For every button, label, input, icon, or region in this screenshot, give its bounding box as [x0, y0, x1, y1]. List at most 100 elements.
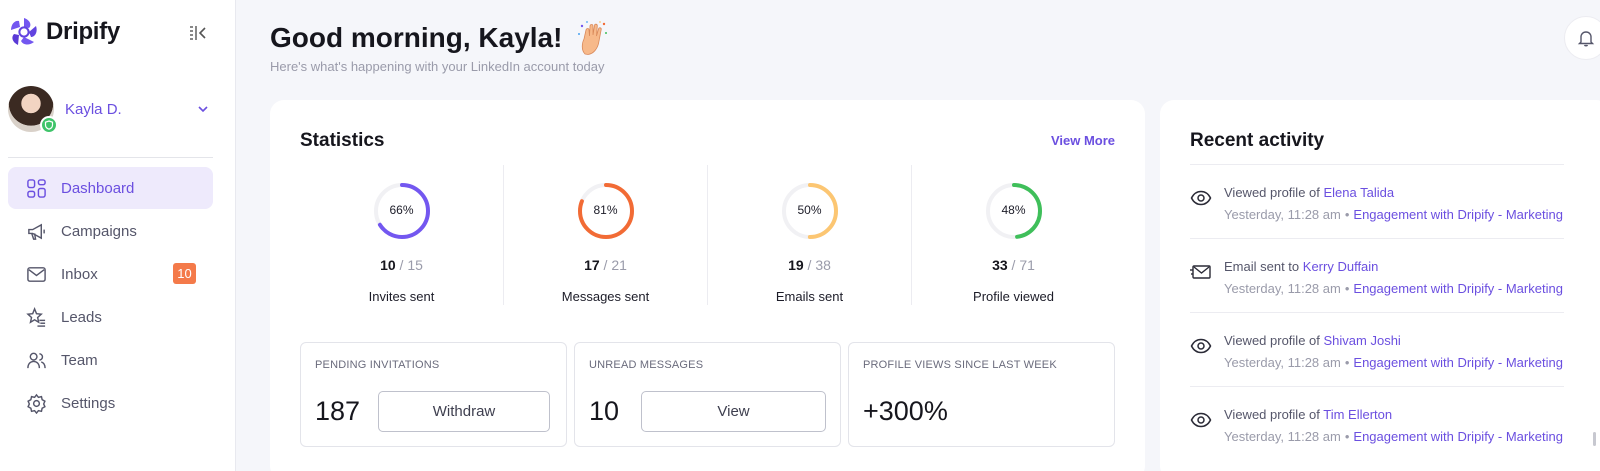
metric-value: 33: [992, 257, 1008, 273]
sidebar-item-label: Team: [61, 351, 98, 369]
brand-logo[interactable]: Dripify: [8, 16, 120, 48]
activity-campaign-link[interactable]: Engagement with Dripify - Marketing: [1353, 429, 1563, 444]
activity-time: Yesterday, 11:28 am: [1224, 207, 1341, 222]
user-name: Kayla D.: [65, 100, 122, 118]
page-title: Good morning, Kayla!: [270, 22, 563, 53]
metric-value: 17: [584, 257, 600, 273]
brand-name: Dripify: [46, 18, 120, 45]
users-icon: [27, 352, 46, 368]
metric-emails-sent: 50% 19 / 38 Emails sent: [707, 165, 911, 305]
metric-total: 15: [407, 257, 423, 273]
pending-invitations-count: 187: [315, 396, 361, 426]
box-title: PROFILE VIEWS SINCE LAST WEEK: [863, 359, 1057, 371]
pending-invitations-box: PENDING INVITATIONS 187 Withdraw: [300, 342, 567, 447]
activity-campaign-link[interactable]: Engagement with Dripify - Marketing: [1353, 281, 1563, 296]
metric-profile-viewed: 48% 33 / 71 Profile viewed: [911, 165, 1115, 305]
sidebar-item-team[interactable]: Team: [8, 339, 213, 381]
activity-item: Viewed profile of Shivam Joshi Yesterday…: [1190, 312, 1564, 386]
box-title: UNREAD MESSAGES: [589, 359, 704, 371]
summary-boxes: PENDING INVITATIONS 187 Withdraw UNREAD …: [300, 342, 1115, 447]
metric-total: 71: [1019, 257, 1035, 273]
metric-label: Messages sent: [561, 289, 650, 304]
gear-icon: [27, 393, 46, 414]
scrollbar-thumb[interactable]: [1593, 432, 1596, 446]
sidebar-item-label: Campaigns: [61, 222, 137, 240]
activity-text: Email sent to Kerry Duffain: [1224, 259, 1378, 274]
sidebar-item-campaigns[interactable]: Campaigns: [8, 210, 213, 252]
metrics-row: 66% 10 / 15 Invites sent 81% 17 / 21 Mes…: [300, 165, 1115, 305]
activity-action: Viewed profile of: [1224, 333, 1320, 348]
avatar: [8, 86, 58, 134]
metric-label: Emails sent: [775, 289, 844, 304]
eye-icon: [1190, 338, 1212, 354]
view-messages-button[interactable]: View: [641, 391, 826, 432]
sidebar-nav: Dashboard Campaigns Inbox 10 Leads Team …: [8, 167, 213, 425]
sidebar-item-leads[interactable]: Leads: [8, 296, 213, 338]
activity-text: Viewed profile of Tim Ellerton: [1224, 407, 1392, 422]
activity-person-link[interactable]: Tim Ellerton: [1323, 407, 1392, 422]
sidebar: Dripify Kayla D. Dashboard Campaigns Inb…: [0, 0, 236, 471]
activity-meta: Yesterday, 11:28 am • Engagement with Drip…: [1224, 355, 1563, 370]
grid-icon: [27, 178, 46, 198]
sidebar-item-label: Dashboard: [61, 179, 135, 197]
metric-count: 33 / 71: [992, 257, 1035, 273]
metric-count: 17 / 21: [584, 257, 627, 273]
withdraw-button[interactable]: Withdraw: [378, 391, 550, 432]
greeting: Good morning, Kayla!: [270, 20, 610, 56]
collapse-sidebar-icon[interactable]: [188, 24, 210, 42]
notifications-button[interactable]: [1564, 16, 1600, 60]
sidebar-item-label: Settings: [61, 394, 116, 412]
metric-percent: 48%: [1001, 203, 1026, 217]
activity-meta: Yesterday, 11:28 am • Engagement with Drip…: [1224, 207, 1563, 222]
dripify-logo-icon: [11, 18, 37, 45]
sidebar-item-inbox[interactable]: Inbox 10: [8, 253, 213, 295]
view-more-link[interactable]: View More: [1051, 133, 1115, 148]
activity-campaign-link[interactable]: Engagement with Dripify - Marketing: [1353, 355, 1563, 370]
recent-activity-title: Recent activity: [1190, 130, 1325, 151]
unread-messages-box: UNREAD MESSAGES 10 View: [574, 342, 841, 447]
chevron-down-icon[interactable]: [196, 102, 210, 116]
activity-time: Yesterday, 11:28 am: [1224, 281, 1341, 296]
activity-action: Viewed profile of: [1224, 185, 1320, 200]
metric-percent: 50%: [797, 203, 822, 217]
page-subtitle: Here's what's happening with your Linked…: [270, 59, 605, 74]
sidebar-item-label: Inbox: [61, 265, 98, 283]
activity-person-link[interactable]: Elena Talida: [1324, 185, 1395, 200]
activity-item: Viewed profile of Tim Ellerton Yesterday…: [1190, 386, 1564, 460]
activity-text: Viewed profile of Shivam Joshi: [1224, 333, 1401, 348]
metric-percent: 66%: [389, 203, 414, 217]
metric-messages-sent: 81% 17 / 21 Messages sent: [503, 165, 707, 305]
email-sent-icon: [1190, 265, 1211, 279]
activity-person-link[interactable]: Kerry Duffain: [1303, 259, 1379, 274]
metric-label: Profile viewed: [973, 289, 1054, 304]
recent-activity-card: Recent activity Viewed profile of Elena …: [1160, 100, 1600, 471]
sidebar-item-settings[interactable]: Settings: [8, 382, 213, 424]
activity-meta: Yesterday, 11:28 am • Engagement with Drip…: [1224, 281, 1563, 296]
activity-item: Email sent to Kerry Duffain Yesterday, 1…: [1190, 238, 1564, 312]
inbox-count-badge: 10: [173, 263, 196, 284]
mail-icon: [27, 266, 46, 282]
metric-total: 21: [611, 257, 627, 273]
metric-percent: 81%: [593, 203, 618, 217]
eye-icon: [1190, 412, 1212, 428]
profile-views-box: PROFILE VIEWS SINCE LAST WEEK +300%: [848, 342, 1115, 447]
activity-item: Viewed profile of Elena Talida Yesterday…: [1190, 164, 1564, 238]
waving-hand-icon: [578, 21, 608, 55]
activity-action: Email sent to: [1224, 259, 1300, 274]
verified-shield-icon: [40, 116, 58, 134]
profile-views-change: +300%: [863, 396, 948, 426]
bell-icon: [1577, 31, 1595, 47]
activity-person-link[interactable]: Shivam Joshi: [1324, 333, 1401, 348]
metric-value: 19: [788, 257, 804, 273]
unread-messages-count: 10: [589, 396, 620, 426]
user-menu[interactable]: Kayla D.: [8, 84, 218, 134]
activity-campaign-link[interactable]: Engagement with Dripify - Marketing: [1353, 207, 1563, 222]
metric-count: 10 / 15: [380, 257, 423, 273]
activity-action: Viewed profile of: [1224, 407, 1320, 422]
metric-value: 10: [380, 257, 396, 273]
activity-list: Viewed profile of Elena Talida Yesterday…: [1190, 164, 1564, 460]
sidebar-item-dashboard[interactable]: Dashboard: [8, 167, 213, 209]
statistics-title: Statistics: [300, 130, 385, 151]
box-title: PENDING INVITATIONS: [315, 359, 440, 371]
metric-total: 38: [815, 257, 831, 273]
